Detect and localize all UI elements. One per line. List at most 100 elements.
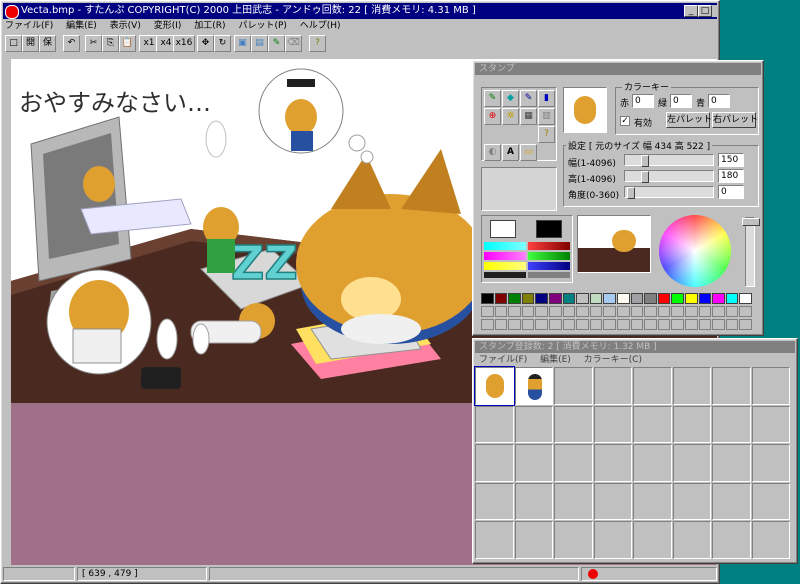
close-button[interactable] bbox=[712, 5, 718, 17]
brightness-slider[interactable] bbox=[742, 217, 760, 287]
text-tool-icon[interactable]: A bbox=[502, 144, 519, 161]
palette-empty-slot[interactable] bbox=[630, 319, 644, 330]
angle-input[interactable]: 0 bbox=[718, 185, 744, 199]
palette-swatch[interactable] bbox=[712, 293, 725, 304]
stamp-slot[interactable] bbox=[554, 521, 593, 559]
palette-empty-slot[interactable] bbox=[617, 319, 630, 330]
palette-empty-slot[interactable] bbox=[698, 306, 712, 317]
black-bar[interactable] bbox=[484, 272, 526, 278]
stamp-slot[interactable] bbox=[712, 482, 751, 520]
palette-swatch[interactable] bbox=[603, 293, 616, 304]
palette-swatch[interactable] bbox=[657, 293, 671, 304]
height-slider-thumb[interactable] bbox=[641, 171, 649, 183]
palette-empty-slot[interactable] bbox=[589, 319, 603, 330]
palette-swatch[interactable] bbox=[630, 293, 644, 304]
stamp-slot[interactable] bbox=[751, 405, 790, 443]
primary-color-swatch[interactable] bbox=[490, 220, 516, 238]
pencil-tool-icon[interactable]: ✎ bbox=[484, 90, 501, 107]
stamp-slot[interactable] bbox=[475, 405, 514, 443]
width-input[interactable]: 150 bbox=[718, 153, 744, 167]
open-file-icon[interactable]: 開 bbox=[22, 35, 39, 52]
stamp-panel-title-bar[interactable]: スタンプ bbox=[475, 63, 761, 75]
stamp-slot[interactable] bbox=[593, 521, 632, 559]
fill-tool-icon[interactable]: ◆ bbox=[502, 90, 519, 107]
height-slider[interactable] bbox=[624, 170, 714, 183]
width-slider-thumb[interactable] bbox=[641, 155, 649, 167]
palette-empty-slot[interactable] bbox=[698, 319, 712, 330]
eraser-icon[interactable]: ⌫ bbox=[285, 35, 302, 52]
gray-bar[interactable] bbox=[528, 272, 570, 278]
stamp-slot[interactable] bbox=[672, 367, 711, 405]
stamp-slot[interactable] bbox=[475, 521, 514, 559]
rect-tool-icon[interactable]: ▭ bbox=[520, 144, 537, 161]
palette-empty-slot[interactable] bbox=[589, 306, 603, 317]
height-input[interactable]: 180 bbox=[718, 169, 744, 183]
stamp-slot[interactable] bbox=[593, 405, 632, 443]
stamp-slot[interactable] bbox=[672, 405, 711, 443]
blue-input[interactable]: 0 bbox=[708, 94, 730, 108]
green-bar[interactable] bbox=[528, 252, 570, 260]
palette-swatch[interactable] bbox=[644, 293, 657, 304]
palette-empty-slot[interactable] bbox=[576, 319, 589, 330]
palette-empty-slot[interactable] bbox=[494, 319, 508, 330]
cyan-bar[interactable] bbox=[484, 242, 526, 250]
registry-title-bar[interactable]: スタンプ登録数: 2 [ 消費メモリ: 1.32 MB ] bbox=[475, 341, 795, 353]
stamp-slot[interactable] bbox=[712, 367, 751, 405]
magenta-bar[interactable] bbox=[484, 252, 526, 260]
spray-tool-icon[interactable]: ✲ bbox=[502, 108, 519, 125]
enabled-checkbox[interactable]: ✓ bbox=[620, 116, 630, 126]
right-palette-button[interactable]: 右パレット bbox=[712, 112, 758, 128]
palette-empty-slot[interactable] bbox=[494, 306, 508, 317]
palette-empty-slot[interactable] bbox=[521, 306, 535, 317]
palette-empty-slot[interactable] bbox=[657, 319, 671, 330]
stamp-slot[interactable] bbox=[593, 444, 632, 482]
stamp-slot[interactable] bbox=[554, 444, 593, 482]
palette-empty-slot[interactable] bbox=[739, 306, 752, 317]
menu-edit[interactable]: 編集(E) bbox=[66, 21, 97, 31]
palette-swatch[interactable] bbox=[739, 293, 752, 304]
red-input[interactable]: 0 bbox=[632, 94, 654, 108]
stamp-slot[interactable] bbox=[475, 482, 514, 520]
stamp-slot[interactable] bbox=[751, 482, 790, 520]
palette-empty-slot[interactable] bbox=[603, 306, 616, 317]
stamp-slot[interactable] bbox=[633, 367, 672, 405]
stamp-slot[interactable] bbox=[672, 444, 711, 482]
palette-empty-slot[interactable] bbox=[712, 306, 725, 317]
mosaic-tool-icon[interactable]: ▥ bbox=[538, 108, 555, 125]
menu-view[interactable]: 表示(V) bbox=[110, 21, 141, 31]
pattern-tool-icon[interactable]: ▦ bbox=[520, 108, 537, 125]
palette-empty-slot[interactable] bbox=[739, 319, 752, 330]
angle-slider[interactable] bbox=[624, 186, 714, 199]
palette-empty-slot[interactable] bbox=[657, 306, 671, 317]
palette-empty-slot[interactable] bbox=[481, 306, 494, 317]
palette-swatch[interactable] bbox=[725, 293, 739, 304]
help-tool-icon[interactable]: ? bbox=[538, 126, 555, 143]
palette-empty-slot[interactable] bbox=[644, 319, 657, 330]
palette-swatch[interactable] bbox=[549, 293, 562, 304]
brightness-thumb[interactable] bbox=[742, 218, 760, 226]
registry-menu-edit[interactable]: 編集(E) bbox=[540, 355, 571, 365]
help-icon[interactable]: ? bbox=[309, 35, 326, 52]
layer-icon[interactable]: ▣ bbox=[234, 35, 251, 52]
palette-swatch[interactable] bbox=[671, 293, 684, 304]
palette-empty-slot[interactable] bbox=[535, 306, 548, 317]
stamp-slot[interactable] bbox=[633, 405, 672, 443]
palette-swatch[interactable] bbox=[685, 293, 698, 304]
cut-icon[interactable]: ✂ bbox=[85, 35, 102, 52]
stamp-slot[interactable] bbox=[554, 482, 593, 520]
palette-empty-slot[interactable] bbox=[562, 319, 576, 330]
pen-icon[interactable]: ✎ bbox=[268, 35, 285, 52]
stamp-slot[interactable] bbox=[751, 444, 790, 482]
palette-swatch[interactable] bbox=[562, 293, 576, 304]
stamp-slot[interactable] bbox=[514, 444, 553, 482]
palette-empty-slot[interactable] bbox=[549, 319, 562, 330]
palette-empty-slot[interactable] bbox=[671, 306, 684, 317]
palette-empty-slot[interactable] bbox=[549, 306, 562, 317]
yellow-bar[interactable] bbox=[484, 262, 526, 270]
palette-empty-slot[interactable] bbox=[576, 306, 589, 317]
palette-empty-slot[interactable] bbox=[671, 319, 684, 330]
zoom-x16-button[interactable]: x16 bbox=[173, 35, 195, 52]
palette-empty-slot[interactable] bbox=[685, 319, 698, 330]
palette-empty-slot[interactable] bbox=[481, 319, 494, 330]
palette-swatch[interactable] bbox=[698, 293, 712, 304]
